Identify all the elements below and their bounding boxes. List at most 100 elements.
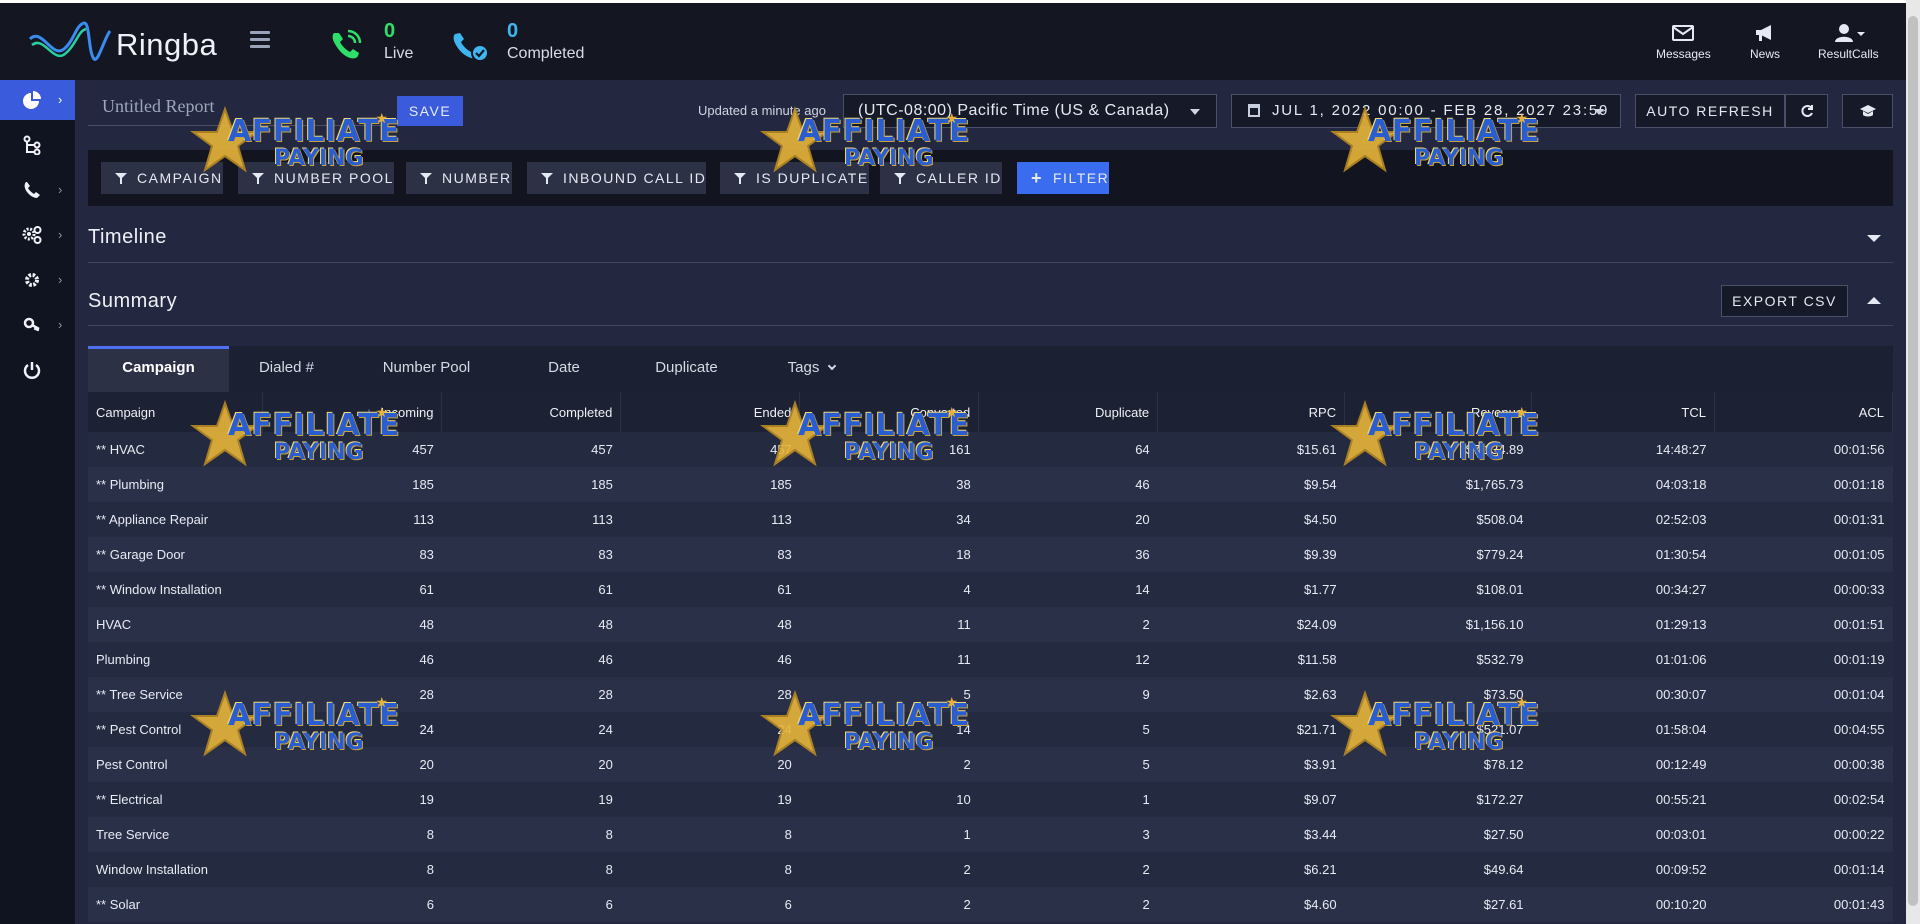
timezone-value: (UTC-08:00) Pacific Time (US & Canada) <box>858 102 1170 119</box>
table-cell: $78.12 <box>1344 747 1532 782</box>
table-row[interactable]: Plumbing 46 46 46 11 12 $11.58 $532.79 01:01:06 0… <box>88 642 1893 677</box>
table-row[interactable]: ** Plumbing 185 185 185 38 46 $9.54 $1,765.73 04… <box>88 467 1893 502</box>
refresh-button[interactable] <box>1785 94 1828 128</box>
filter-chip-number-pool[interactable]: NUMBER POOL <box>238 162 394 194</box>
table-cell: 01:30:54 <box>1531 537 1715 572</box>
cogs-icon <box>22 226 42 244</box>
table-cell: $9.54 <box>1157 467 1345 502</box>
column-header-incoming[interactable]: ↓ Incoming <box>262 392 443 432</box>
table-row[interactable]: Window Installation 8 8 8 2 2 $6.21 $49.64 00:09… <box>88 852 1893 887</box>
auto-refresh-button[interactable]: AUTO REFRESH <box>1635 94 1785 128</box>
sidebar-item-integrations[interactable]: › <box>0 215 75 255</box>
column-header-rpc[interactable]: RPC <box>1157 392 1346 432</box>
filter-chip-inbound-call-id[interactable]: INBOUND CALL ID <box>527 162 707 194</box>
table-row[interactable]: Tree Service 8 8 8 1 3 $3.44 $27.50 00:03:01 00:0… <box>88 817 1893 852</box>
add-filter-label: FILTER <box>1053 170 1110 186</box>
table-row[interactable]: ** Solar 6 6 6 2 2 $4.60 $27.61 00:10:20 00:01:43 <box>88 887 1893 922</box>
sidebar-item-call-flows[interactable] <box>0 125 75 165</box>
sort-down-icon: ↓ <box>365 404 373 420</box>
tab-tags[interactable]: Tags <box>754 346 869 392</box>
column-header-revenue[interactable]: Revenue <box>1344 392 1533 432</box>
table-row[interactable]: HVAC 48 48 48 11 2 $24.09 $1,156.10 01:29:13 00:0… <box>88 607 1893 642</box>
live-phone-icon <box>332 29 362 59</box>
tab-duplicate[interactable]: Duplicate <box>619 346 754 392</box>
column-header-campaign[interactable]: Campaign <box>88 392 264 432</box>
filter-chip-is-duplicate[interactable]: IS DUPLICATE <box>720 162 869 194</box>
filter-chip-caller-id[interactable]: CALLER ID <box>880 162 1002 194</box>
ringba-logo[interactable]: Ringba <box>28 13 228 69</box>
key-icon <box>23 317 40 332</box>
messages-link[interactable]: Messages <box>1656 23 1711 61</box>
table-row[interactable]: ** Appliance Repair 113 113 113 34 20 $4.50 $50… <box>88 502 1893 537</box>
live-label: Live <box>384 45 414 62</box>
caret-down-icon[interactable] <box>1867 235 1881 242</box>
summary-tabs: Campaign Dialed # Number Pool Date Dupli… <box>88 346 1893 392</box>
column-header-duplicate[interactable]: Duplicate <box>978 392 1159 432</box>
caret-down-icon <box>1594 109 1604 115</box>
table-cell: 8 <box>441 852 621 887</box>
news-link[interactable]: News <box>1750 23 1780 61</box>
table-cell: 00:10:20 <box>1531 887 1715 922</box>
updated-timestamp: Updated a minute ago <box>698 103 826 118</box>
table-row[interactable]: ** Tree Service 28 28 28 5 9 $2.63 $73.50 00:30:… <box>88 677 1893 712</box>
save-button[interactable]: SAVE <box>397 96 463 126</box>
table-cell: $1,156.10 <box>1344 607 1532 642</box>
filter-bar: CAMPAIGN NUMBER POOL NUMBER INBOUND CALL… <box>88 150 1893 206</box>
sidebar-item-calls[interactable]: › <box>0 170 75 210</box>
sidebar-item-dashboard[interactable]: › <box>0 80 75 120</box>
table-cell: 10 <box>799 782 979 817</box>
table-row[interactable]: ** Pest Control 24 24 24 14 5 $21.71 $521.07 01:… <box>88 712 1893 747</box>
user-icon <box>1835 24 1866 42</box>
messages-label: Messages <box>1656 47 1711 61</box>
scrollbar-thumb[interactable] <box>1908 16 1918 906</box>
table-cell: 00:00:22 <box>1714 817 1893 852</box>
tab-number-pool[interactable]: Number Pool <box>344 346 509 392</box>
column-header-converted[interactable]: Converted <box>799 392 980 432</box>
table-row[interactable]: Pest Control 20 20 20 2 5 $3.91 $78.12 00:12:49 0… <box>88 747 1893 782</box>
table-cell: 28 <box>262 677 442 712</box>
account-name: ResultCalls <box>1818 47 1879 61</box>
column-header-completed[interactable]: Completed <box>441 392 622 432</box>
date-range-picker[interactable]: JUL 1, 2022 00:00 - FEB 28, 2027 23:59 <box>1231 94 1621 128</box>
table-cell: ** Pest Control <box>88 712 263 747</box>
table-cell: $532.79 <box>1344 642 1532 677</box>
tab-campaign[interactable]: Campaign <box>88 346 229 392</box>
table-row[interactable]: ** Window Installation 61 61 61 4 14 $1.77 $108… <box>88 572 1893 607</box>
timezone-select[interactable]: (UTC-08:00) Pacific Time (US & Canada) <box>843 94 1217 128</box>
timeline-heading[interactable]: Timeline <box>88 226 167 249</box>
table-cell: 5 <box>978 747 1158 782</box>
tutorial-button[interactable] <box>1842 94 1893 128</box>
hamburger-menu-icon[interactable] <box>250 31 270 49</box>
export-csv-button[interactable]: EXPORT CSV <box>1721 285 1848 317</box>
table-cell: 8 <box>620 817 800 852</box>
filter-chip-number[interactable]: NUMBER <box>406 162 512 194</box>
table-cell: $3.91 <box>1157 747 1345 782</box>
column-header-tcl[interactable]: TCL <box>1531 392 1715 432</box>
table-row[interactable]: ** Electrical 19 19 19 10 1 $9.07 $172.27 00:55:… <box>88 782 1893 817</box>
table-cell: ** Solar <box>88 887 263 922</box>
sidebar-item-logout[interactable] <box>0 350 75 390</box>
table-row[interactable]: ** Garage Door 83 83 83 18 36 $9.39 $779.24 01:3… <box>88 537 1893 572</box>
caret-up-icon[interactable] <box>1867 297 1881 304</box>
sidebar-item-settings[interactable]: › <box>0 260 75 300</box>
column-header-acl[interactable]: ACL <box>1714 392 1894 432</box>
table-cell: ** Appliance Repair <box>88 502 263 537</box>
table-cell: $27.50 <box>1344 817 1532 852</box>
table-row[interactable]: ** HVAC 457 457 457 161 64 $15.61 $7,134.89 14:4… <box>88 432 1893 467</box>
completed-label: Completed <box>507 45 585 62</box>
pie-chart-icon <box>23 91 41 109</box>
filter-icon <box>252 173 264 184</box>
table-cell: 38 <box>799 467 979 502</box>
table-cell: 24 <box>441 712 621 747</box>
table-cell: 8 <box>262 817 442 852</box>
account-menu[interactable]: ResultCalls <box>1818 23 1879 61</box>
sidebar-item-security[interactable]: › <box>0 305 75 345</box>
column-header-ended[interactable]: Ended <box>620 392 801 432</box>
filter-chip-campaign[interactable]: CAMPAIGN <box>101 162 223 194</box>
report-title-input[interactable]: Untitled Report <box>88 90 384 126</box>
add-filter-button[interactable]: + FILTER <box>1017 162 1110 194</box>
table-body: ** HVAC 457 457 457 161 64 $15.61 $7,134.89 14:4… <box>88 432 1893 922</box>
tab-date[interactable]: Date <box>509 346 619 392</box>
tab-dialed[interactable]: Dialed # <box>229 346 344 392</box>
table-cell: 61 <box>262 572 442 607</box>
